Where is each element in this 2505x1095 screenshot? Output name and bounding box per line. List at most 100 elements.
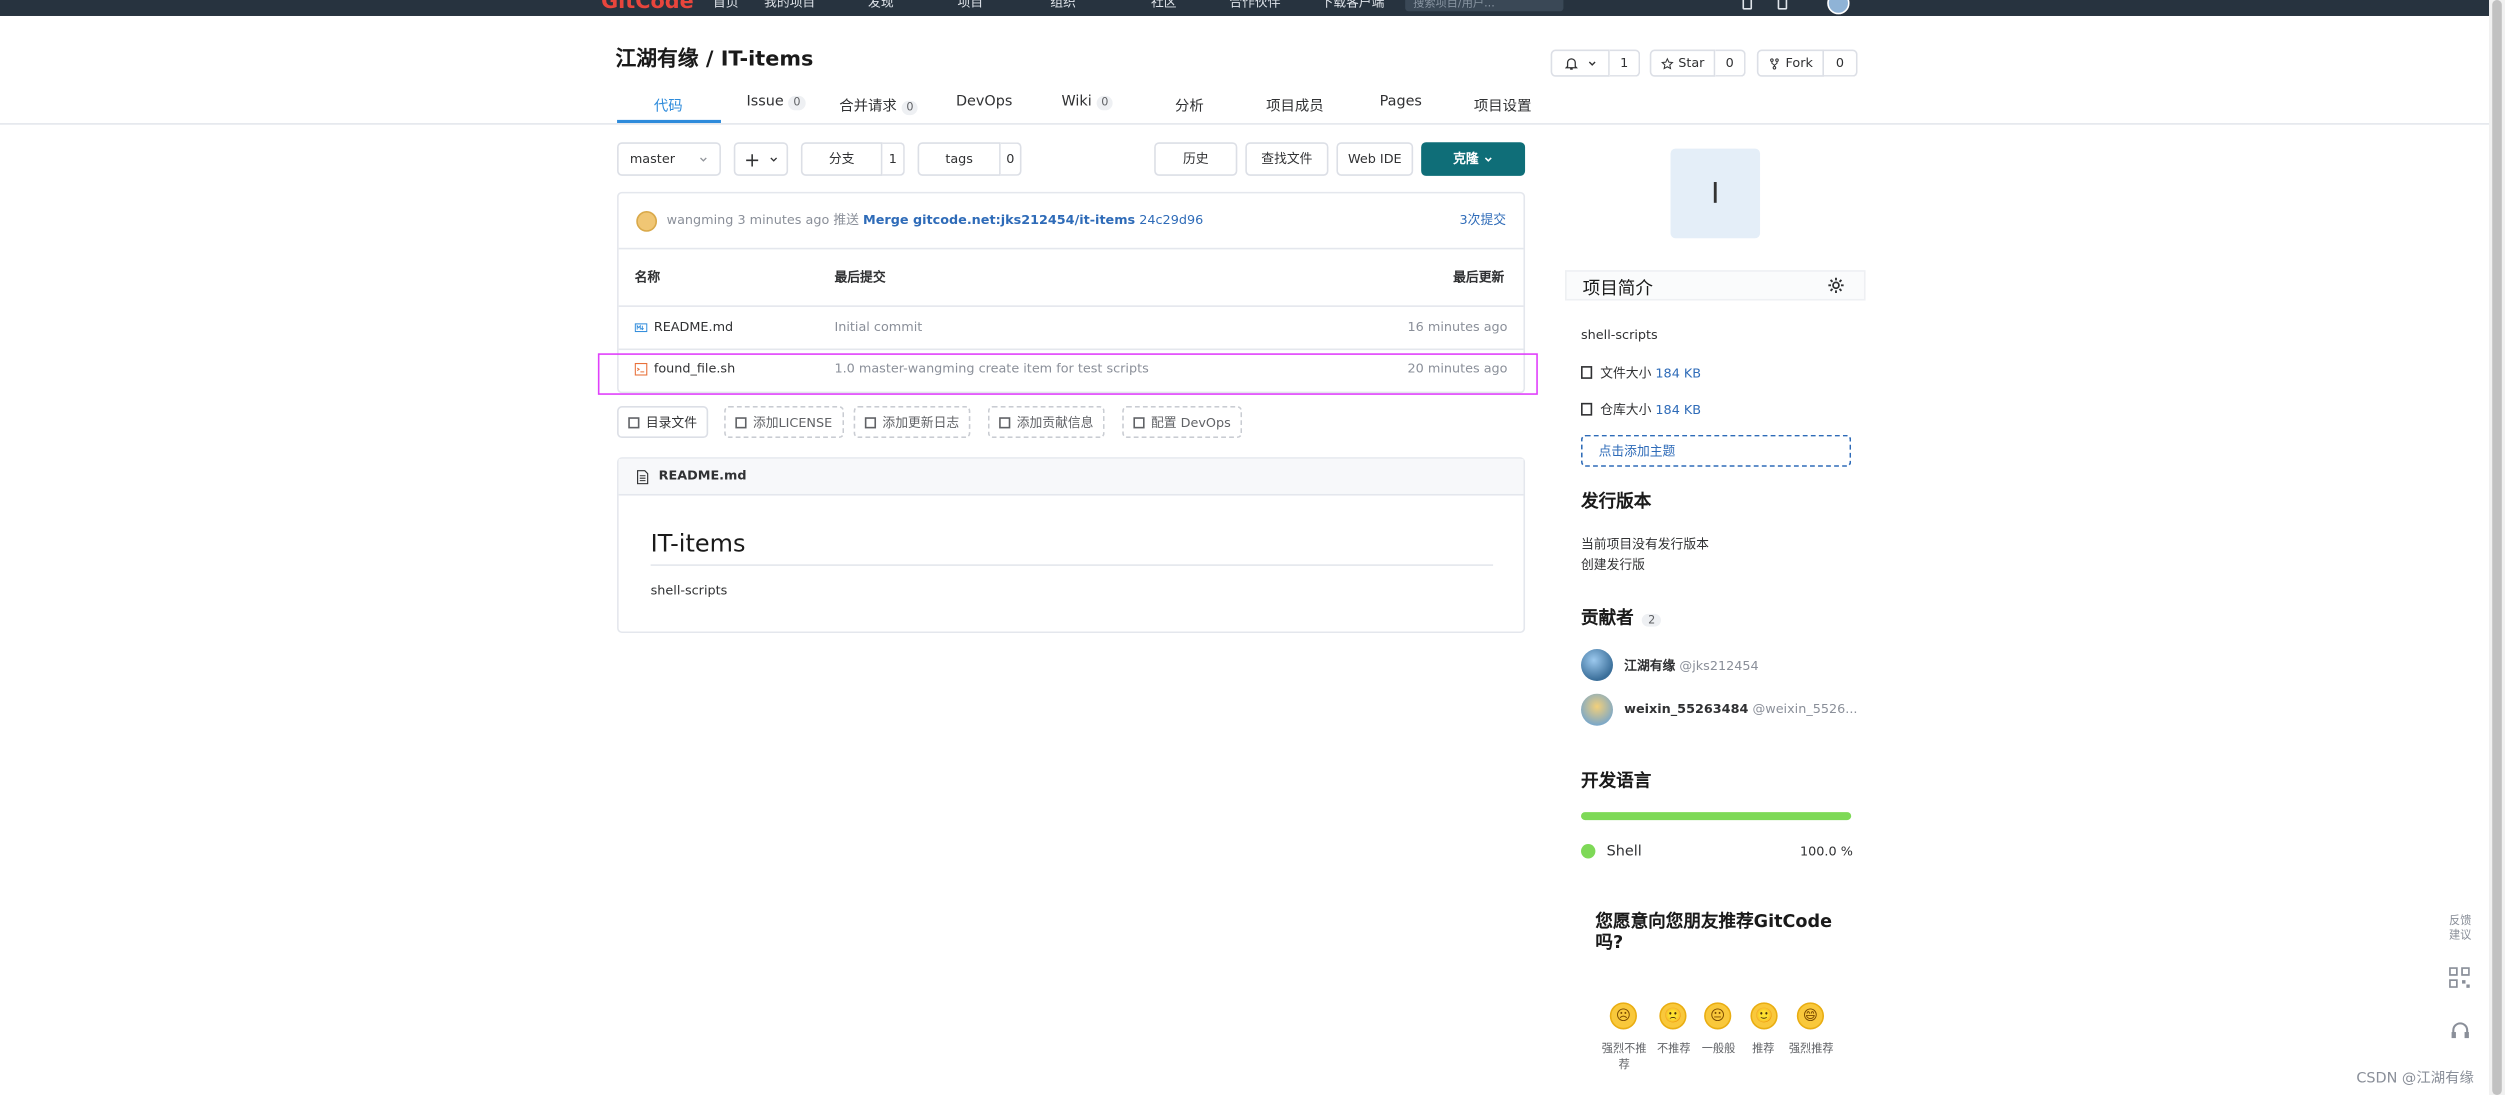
very-likely-emoji-icon[interactable]: 😄: [1796, 1002, 1825, 1030]
chevron-down-icon: [700, 156, 707, 161]
tabs-divider: [0, 123, 2505, 125]
global-search-input[interactable]: 搜索项目/用户...: [1405, 0, 1564, 12]
commit-author[interactable]: wangming: [667, 213, 734, 227]
find-file-button[interactable]: 查找文件: [1245, 142, 1329, 176]
contributor-avatar[interactable]: [1581, 693, 1613, 726]
scrollbar-thumb[interactable]: [2492, 0, 2502, 1095]
repo-size-value[interactable]: 184 KB: [1655, 403, 1701, 417]
commits-count-link[interactable]: 3次提交: [1460, 211, 1507, 229]
repo-size-row: 仓库大小 184 KB: [1581, 401, 1701, 419]
branch-select[interactable]: master: [617, 142, 721, 176]
feedback-button[interactable]: 反馈建议: [2446, 914, 2475, 943]
fork-count: 0: [1824, 49, 1858, 77]
watch-button[interactable]: [1550, 49, 1610, 77]
csdn-watermark: CSDN @江湖有缘: [2356, 1071, 2474, 1088]
nav-my-projects[interactable]: 我的项目: [764, 0, 815, 11]
committer-avatar[interactable]: [636, 211, 658, 232]
notifications-icon[interactable]: [1777, 0, 1788, 10]
tab-settings[interactable]: 项目设置: [1474, 94, 1532, 115]
readme-filename[interactable]: README.md: [659, 468, 747, 482]
file-commit-message[interactable]: Initial commit: [834, 320, 922, 334]
file-text-icon: [637, 470, 649, 485]
create-release-link[interactable]: 创建发行版: [1581, 556, 1645, 574]
web-ide-button[interactable]: Web IDE: [1336, 142, 1414, 176]
headset-icon[interactable]: [2449, 1020, 2471, 1041]
branches-count: 1: [882, 142, 905, 176]
tab-issue[interactable]: Issue 0: [747, 94, 806, 111]
add-menu-button[interactable]: +: [733, 142, 789, 176]
star-button[interactable]: Star: [1649, 49, 1716, 77]
file-icon: [628, 416, 640, 428]
commit-hash-link[interactable]: 24c29d96: [1139, 213, 1203, 227]
tab-devops[interactable]: DevOps: [956, 94, 1012, 110]
rating-label: 一般般: [1701, 1042, 1736, 1056]
file-icon: [1581, 366, 1593, 379]
contributors-title: 贡献者 2: [1581, 604, 1662, 630]
nav-discover[interactable]: 发现: [868, 0, 894, 11]
file-name-link[interactable]: README.md: [654, 320, 733, 334]
very-unlikely-emoji-icon[interactable]: ☹: [1609, 1002, 1637, 1030]
contributor-item[interactable]: 江湖有缘 @jks212454: [1624, 657, 1758, 675]
commit-action: 推送: [833, 212, 859, 228]
tab-pages[interactable]: Pages: [1380, 94, 1422, 110]
nav-partners[interactable]: 合作伙伴: [1229, 0, 1280, 11]
col-header-commit: 最后提交: [834, 270, 886, 285]
chevron-down-icon: [769, 156, 777, 161]
intro-title: 项目简介: [1582, 278, 1653, 299]
tags-count: 0: [1000, 142, 1022, 176]
readme-header: README.md: [618, 458, 1524, 496]
add-changelog-button[interactable]: 添加更新日志: [853, 406, 971, 439]
top-navbar: GitCode 首页 我的项目 发现 项目 组织 社区 合作伙伴 下载客户端 搜…: [0, 0, 2505, 16]
setup-devops-button[interactable]: 配置 DevOps: [1122, 406, 1242, 439]
col-header-updated: 最后更新: [1453, 270, 1505, 285]
unlikely-emoji-icon[interactable]: 🙁: [1659, 1002, 1687, 1030]
repo-name[interactable]: IT-items: [721, 48, 814, 72]
file-size-value[interactable]: 184 KB: [1655, 366, 1701, 380]
last-commit-line: wangming 3 minutes ago 推送 Merge gitcode.…: [667, 211, 1204, 229]
fork-button[interactable]: Fork: [1756, 49, 1825, 77]
col-header-name: 名称: [634, 270, 661, 285]
likely-emoji-icon[interactable]: 🙂: [1750, 1002, 1778, 1030]
language-percent: 100.0 %: [1800, 844, 1853, 859]
nav-orgs[interactable]: 组织: [1050, 0, 1076, 11]
language-bar: [1581, 812, 1852, 821]
tags-button[interactable]: tags: [917, 142, 1001, 176]
table-row[interactable]: README.md Initial commit 16 minutes ago: [619, 307, 1524, 349]
fork-label: Fork: [1785, 55, 1813, 71]
gitcode-logo[interactable]: GitCode: [601, 0, 694, 14]
nav-home[interactable]: 首页: [713, 0, 739, 11]
gear-icon[interactable]: [1827, 277, 1845, 295]
nav-projects[interactable]: 项目: [958, 0, 984, 11]
tab-merge-requests[interactable]: 合并请求 0: [839, 94, 919, 116]
tab-analysis[interactable]: 分析: [1175, 94, 1204, 115]
contributor-item[interactable]: weixin_55263484 @weixin_5526...: [1624, 702, 1857, 716]
divider: [618, 247, 1524, 250]
qrcode-icon[interactable]: [2449, 967, 2470, 988]
nav-download[interactable]: 下载客户端: [1320, 0, 1384, 11]
commit-message-link[interactable]: Merge gitcode.net:jks212454/it-items: [863, 213, 1135, 227]
add-contributing-button[interactable]: 添加贡献信息: [987, 406, 1105, 439]
branches-button[interactable]: 分支: [800, 142, 883, 176]
tab-code[interactable]: 代码: [654, 94, 683, 115]
chevron-down-icon: [1588, 60, 1595, 66]
history-button[interactable]: 历史: [1154, 142, 1238, 176]
repo-title: 江湖有缘 / IT-items: [615, 42, 813, 72]
add-topic-button[interactable]: 点击添加主题: [1581, 434, 1852, 467]
neutral-emoji-icon[interactable]: 😐: [1704, 1002, 1732, 1030]
plus-menu-icon[interactable]: [1742, 0, 1753, 10]
bell-icon: [1564, 57, 1578, 69]
tab-wiki[interactable]: Wiki 0: [1061, 94, 1114, 111]
rating-label: 推荐: [1752, 1042, 1775, 1056]
nav-community[interactable]: 社区: [1151, 0, 1177, 11]
directory-files-button[interactable]: 目录文件: [617, 406, 709, 439]
user-avatar[interactable]: [1827, 0, 1850, 15]
clone-button[interactable]: 克隆: [1421, 142, 1526, 176]
add-license-button[interactable]: 添加LICENSE: [724, 406, 844, 439]
chevron-down-icon: [1484, 156, 1492, 162]
wiki-count-badge: 0: [1096, 95, 1114, 111]
repo-owner[interactable]: 江湖有缘: [615, 48, 698, 72]
tab-members[interactable]: 项目成员: [1266, 94, 1324, 115]
star-count: 0: [1715, 49, 1746, 77]
contributor-avatar[interactable]: [1581, 649, 1613, 682]
rating-label: 不推荐: [1656, 1042, 1691, 1056]
